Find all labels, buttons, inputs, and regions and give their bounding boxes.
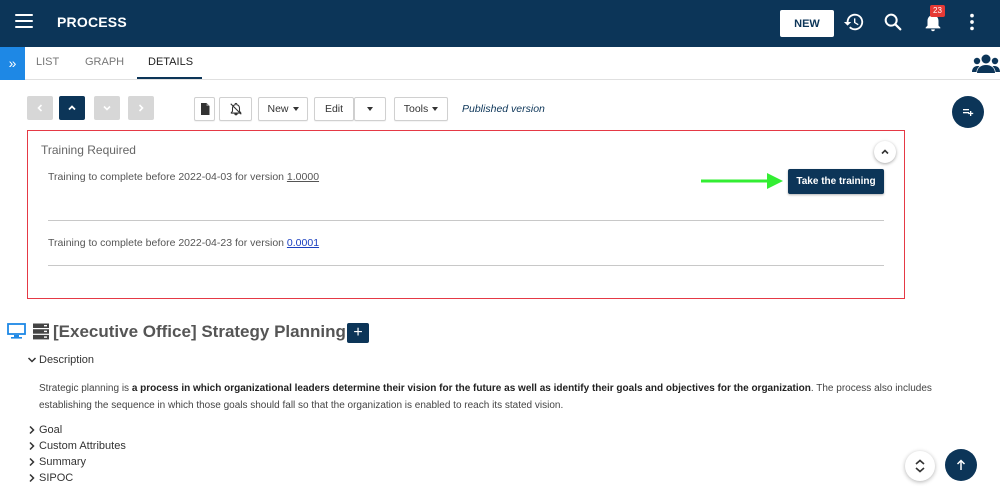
tools-label: Tools xyxy=(403,103,429,115)
server-stack-icon xyxy=(33,323,49,340)
section-label: Summary xyxy=(39,456,87,468)
history-icon[interactable] xyxy=(843,11,865,33)
collapse-panel-button[interactable] xyxy=(874,141,896,163)
bell-off-icon xyxy=(229,102,242,116)
expand-collapse-all-button[interactable] xyxy=(905,451,935,481)
chevron-left-icon xyxy=(37,104,43,112)
chevron-up-icon xyxy=(881,149,889,155)
chevron-right-icon xyxy=(29,473,35,483)
training-item-text: Training to complete before 2022-04-03 f… xyxy=(48,171,287,183)
version-status: Published version xyxy=(462,103,545,115)
new-dropdown-label: New xyxy=(267,103,289,115)
app-title: PROCESS xyxy=(57,14,127,30)
expand-sidebar-icon[interactable]: » xyxy=(0,47,25,80)
next-button[interactable] xyxy=(128,96,154,120)
chevron-right-icon xyxy=(29,457,35,467)
search-icon[interactable] xyxy=(882,11,904,33)
more-vertical-icon[interactable] xyxy=(961,11,983,33)
section-summary-toggle[interactable]: Summary xyxy=(27,456,86,468)
section-label: Goal xyxy=(39,424,63,436)
playlist-add-icon xyxy=(963,109,974,116)
section-custom-attributes-toggle[interactable]: Custom Attributes xyxy=(27,440,126,452)
process-title: [Executive Office] Strategy Planning xyxy=(53,322,346,341)
chevron-down-icon xyxy=(103,105,111,111)
training-required-panel: Training Required Training to complete b… xyxy=(27,130,905,299)
chevron-up-icon xyxy=(68,105,76,111)
green-arrow-annotation-icon xyxy=(701,173,783,189)
description-text: Strategic planning is a process in which… xyxy=(39,380,974,414)
mute-notifications-button[interactable] xyxy=(219,97,252,121)
version-link[interactable]: 0.0001 xyxy=(287,237,319,249)
chevron-right-icon xyxy=(29,425,35,435)
training-item: Training to complete before 2022-04-03 f… xyxy=(48,171,319,183)
tab-graph[interactable]: GRAPH xyxy=(85,56,124,68)
new-button[interactable]: NEW xyxy=(780,10,834,37)
divider xyxy=(48,265,884,266)
take-training-button[interactable]: Take the training xyxy=(788,169,884,194)
divider xyxy=(48,220,884,221)
description-text-bold: a process in which organizational leader… xyxy=(131,383,811,394)
section-label: SIPOC xyxy=(39,472,74,484)
section-goal-toggle[interactable]: Goal xyxy=(27,424,62,436)
monitor-icon xyxy=(7,323,26,339)
top-app-bar: PROCESS NEW 23 xyxy=(0,0,1000,47)
caret-down-icon xyxy=(367,107,373,111)
section-label: Custom Attributes xyxy=(39,440,126,452)
notification-count-badge: 23 xyxy=(930,5,945,17)
active-tab-indicator xyxy=(137,77,202,79)
new-dropdown-button[interactable]: New xyxy=(258,97,308,121)
scroll-to-top-button[interactable] xyxy=(945,449,977,481)
users-group-icon[interactable] xyxy=(972,53,1000,75)
tab-details[interactable]: DETAILS xyxy=(148,56,193,68)
chevron-right-icon xyxy=(138,104,144,112)
training-panel-title: Training Required xyxy=(41,143,136,157)
unfold-icon xyxy=(915,459,925,473)
chevron-right-icon xyxy=(29,441,35,451)
version-link[interactable]: 1.0000 xyxy=(287,171,319,183)
move-down-button[interactable] xyxy=(94,96,120,120)
previous-button[interactable] xyxy=(27,96,53,120)
caret-down-icon xyxy=(292,107,299,111)
section-label: Description xyxy=(39,354,95,366)
edit-label: Edit xyxy=(324,103,344,115)
section-sipoc-toggle[interactable]: SIPOC xyxy=(27,472,73,484)
move-up-button[interactable] xyxy=(59,96,85,120)
document-button[interactable] xyxy=(194,97,215,121)
view-tabs-bar: » LIST GRAPH DETAILS xyxy=(0,47,1000,80)
hamburger-menu-icon[interactable] xyxy=(15,14,33,32)
training-item: Training to complete before 2022-04-23 f… xyxy=(48,237,319,249)
caret-down-icon xyxy=(432,107,439,111)
edit-options-dropdown[interactable] xyxy=(354,97,386,121)
add-child-button[interactable]: + xyxy=(347,323,369,343)
add-note-button[interactable] xyxy=(952,96,984,128)
section-description-toggle[interactable]: Description xyxy=(27,354,94,366)
edit-button[interactable]: Edit xyxy=(314,97,354,121)
tools-dropdown-button[interactable]: Tools xyxy=(394,97,448,121)
training-item-text: Training to complete before 2022-04-23 f… xyxy=(48,237,287,249)
arrow-up-icon xyxy=(956,459,966,470)
tab-list[interactable]: LIST xyxy=(36,56,59,68)
document-icon xyxy=(200,103,209,115)
chevron-down-icon xyxy=(27,357,37,363)
description-text-part: Strategic planning is xyxy=(39,383,132,394)
